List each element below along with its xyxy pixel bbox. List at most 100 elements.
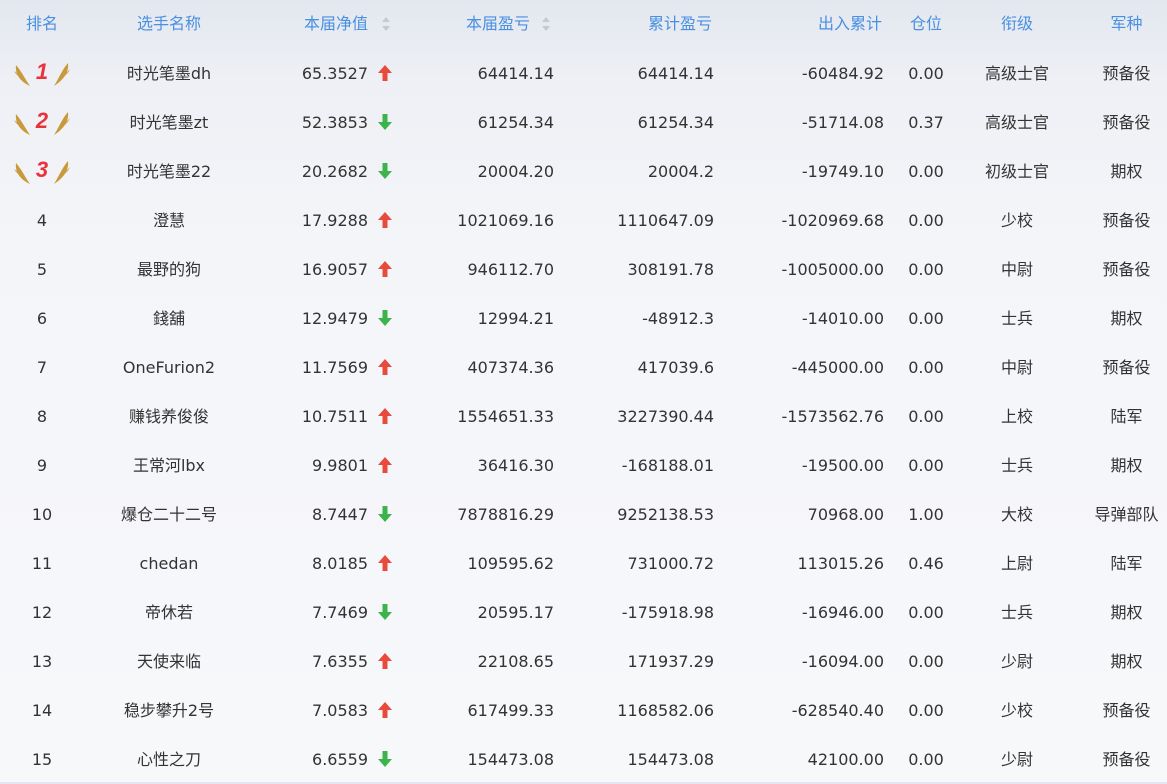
cumulative-flow: -14010.00 (801, 309, 884, 328)
session-pnl: 946112.70 (467, 260, 554, 279)
header-arm[interactable]: 军种 (1086, 0, 1167, 48)
service-branch: 预备役 (1102, 64, 1151, 83)
header-position[interactable]: 仓位 (890, 0, 962, 48)
military-rank: 中尉 (1000, 358, 1033, 377)
trend-down-icon (377, 490, 395, 539)
trend-up-icon (377, 686, 395, 735)
net-value: 52.3853 (301, 113, 368, 132)
player-name[interactable]: 天使来临 (84, 637, 254, 686)
table-row[interactable]: 13 天使来临 7.6355 22108.65 171937.29 -16094.00 0.… (0, 637, 1167, 686)
net-value: 20.2682 (301, 162, 368, 181)
gold-laurel-medal-icon: 3 (0, 147, 84, 196)
rank-number: 9 (36, 456, 48, 475)
player-name[interactable]: 时光笔墨zt (84, 98, 254, 147)
header-name[interactable]: 选手名称 (84, 0, 254, 48)
service-branch: 陆军 (1110, 407, 1143, 426)
session-pnl: 407374.36 (467, 358, 554, 377)
position-ratio: 0.00 (908, 260, 944, 279)
trend-up-icon (377, 49, 395, 98)
table-row[interactable]: 8 赚钱养俊俊 10.7511 1554651.33 3227390.44 -157356… (0, 392, 1167, 441)
player-name[interactable]: OneFurion2 (84, 343, 254, 392)
table-row[interactable]: 12 帝休若 7.7469 20595.17 -175918.98 -16946.00 0.… (0, 588, 1167, 637)
military-rank: 少尉 (1000, 652, 1033, 671)
position-ratio: 0.00 (908, 162, 944, 181)
trend-down-icon (377, 98, 395, 147)
trend-down-icon (377, 588, 395, 637)
net-value: 16.9057 (301, 260, 368, 279)
trend-up-icon (377, 245, 395, 294)
table-row[interactable]: 5 最野的狗 16.9057 946112.70 308191.78 -1005000.0… (0, 245, 1167, 294)
session-pnl: 36416.30 (477, 456, 554, 475)
session-pnl: 7878816.29 (457, 505, 554, 524)
cumulative-flow: 42100.00 (807, 750, 884, 769)
service-branch: 预备役 (1102, 701, 1151, 720)
player-name[interactable]: 时光笔墨dh (84, 49, 254, 98)
session-pnl: 61254.34 (477, 113, 554, 132)
table-row[interactable]: 1 时光笔墨dh 65.3527 64414.14 64414.14 -60484.92 0… (0, 49, 1167, 98)
sort-icon[interactable] (542, 17, 550, 31)
position-ratio: 0.46 (908, 554, 944, 573)
position-ratio: 0.37 (908, 113, 944, 132)
position-ratio: 1.00 (908, 505, 944, 524)
military-rank: 高级士官 (984, 113, 1049, 132)
position-ratio: 0.00 (908, 309, 944, 328)
player-name[interactable]: chedan (84, 539, 254, 588)
player-name[interactable]: 赚钱养俊俊 (84, 392, 254, 441)
cumulative-pnl: 417039.6 (637, 358, 714, 377)
rank-number: 6 (36, 309, 48, 328)
cumulative-pnl: -175918.98 (621, 603, 714, 622)
military-rank: 上尉 (1000, 554, 1033, 573)
net-value: 17.9288 (301, 211, 368, 230)
header-rank-title[interactable]: 衔级 (968, 0, 1066, 48)
player-name[interactable]: 心性之刀 (84, 735, 254, 784)
net-value: 12.9479 (301, 309, 368, 328)
net-value: 10.7511 (301, 407, 368, 426)
trend-up-icon (377, 392, 395, 441)
player-name[interactable]: 王常河lbx (84, 441, 254, 490)
header-cum-flow[interactable]: 出入累计 (720, 0, 882, 48)
table-row[interactable]: 7 OneFurion2 11.7569 407374.36 417039.6 -4450… (0, 343, 1167, 392)
service-branch: 预备役 (1102, 358, 1151, 377)
player-name[interactable]: 爆仓二十二号 (84, 490, 254, 539)
net-value: 65.3527 (301, 64, 368, 83)
table-row[interactable]: 14 稳步攀升2号 7.0583 617499.33 1168582.06 -628540… (0, 686, 1167, 735)
military-rank: 高级士官 (984, 64, 1049, 83)
sort-icon[interactable] (382, 17, 390, 31)
military-rank: 上校 (1000, 407, 1033, 426)
header-pnl[interactable]: 本届盈亏 (400, 0, 530, 48)
header-cum-pnl[interactable]: 累计盈亏 (560, 0, 712, 48)
table-row[interactable]: 4 澄慧 17.9288 1021069.16 1110647.09 -1020969.6… (0, 196, 1167, 245)
player-name[interactable]: 帝休若 (84, 588, 254, 637)
header-nav[interactable]: 本届净值 (254, 0, 368, 48)
trend-down-icon (377, 147, 395, 196)
cumulative-flow: -628540.40 (791, 701, 884, 720)
table-row[interactable]: 15 心性之刀 6.6559 154473.08 154473.08 42100.00 0.… (0, 735, 1167, 784)
cumulative-flow: -19749.10 (801, 162, 884, 181)
service-branch: 陆军 (1110, 554, 1143, 573)
header-rank[interactable]: 排名 (0, 0, 84, 48)
rank-number: 11 (31, 554, 53, 573)
table-row[interactable]: 6 錢舖 12.9479 12994.21 -48912.3 -14010.00 0.00 士… (0, 294, 1167, 343)
cumulative-pnl: 308191.78 (627, 260, 714, 279)
rank-number: 15 (31, 750, 53, 769)
table-row[interactable]: 11 chedan 8.0185 109595.62 731000.72 113015.2… (0, 539, 1167, 588)
table-row[interactable]: 10 爆仓二十二号 8.7447 7878816.29 9252138.53 70968.… (0, 490, 1167, 539)
player-name[interactable]: 最野的狗 (84, 245, 254, 294)
player-name[interactable]: 錢舖 (84, 294, 254, 343)
player-name[interactable]: 时光笔墨22 (84, 147, 254, 196)
table-row[interactable]: 2 时光笔墨zt 52.3853 61254.34 61254.34 -51714.08 0… (0, 98, 1167, 147)
position-ratio: 0.00 (908, 652, 944, 671)
table-row[interactable]: 3 时光笔墨22 20.2682 20004.20 20004.2 -19749.10 0.… (0, 147, 1167, 196)
leaderboard-table: 排名 选手名称 本届净值 本届盈亏 累计盈亏 出入累计 仓位 衔级 军种 1 时光… (0, 0, 1167, 782)
military-rank: 少校 (1000, 701, 1033, 720)
trend-up-icon (377, 196, 395, 245)
table-row[interactable]: 9 王常河lbx 9.9801 36416.30 -168188.01 -19500.00… (0, 441, 1167, 490)
player-name[interactable]: 稳步攀升2号 (84, 686, 254, 735)
player-name[interactable]: 澄慧 (84, 196, 254, 245)
session-pnl: 64414.14 (477, 64, 554, 83)
session-pnl: 1021069.16 (457, 211, 554, 230)
cumulative-pnl: 731000.72 (627, 554, 714, 573)
cumulative-flow: -19500.00 (801, 456, 884, 475)
trend-up-icon (377, 637, 395, 686)
military-rank: 少校 (1000, 211, 1033, 230)
